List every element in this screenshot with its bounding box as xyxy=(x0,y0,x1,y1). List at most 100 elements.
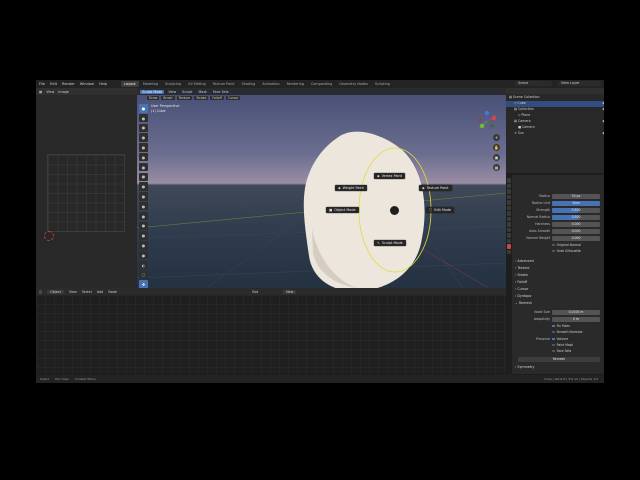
tab-modeling[interactable]: Modeling xyxy=(140,81,161,87)
output-tab-icon[interactable] xyxy=(506,189,512,194)
constraints-tab-icon[interactable] xyxy=(506,233,512,238)
preserve-face-sets-checkbox[interactable]: Face Sets xyxy=(552,349,572,353)
radius-unit-toggle[interactable]: View xyxy=(552,200,600,206)
hardness-slider[interactable]: 0.000 xyxy=(552,221,600,227)
normal-weight-slider[interactable]: 0.000 xyxy=(552,235,600,241)
ortho-grid-icon[interactable]: ▦ xyxy=(493,164,500,171)
material-tab-icon[interactable] xyxy=(506,244,512,249)
section-falloff[interactable]: › Falloff xyxy=(515,280,527,284)
blob-brush-icon[interactable]: ● xyxy=(139,162,148,172)
texture-tab-icon[interactable] xyxy=(506,249,512,254)
editor-type-icon[interactable]: ▦ xyxy=(39,90,42,94)
3d-viewport[interactable]: Sculpt Mode View Sculpt Mask Face Sets D… xyxy=(137,88,506,295)
radius-field[interactable]: 50 px xyxy=(552,193,600,199)
normal-radius-slider[interactable]: 0.500 xyxy=(552,214,600,220)
crease-brush-icon[interactable]: ● xyxy=(139,172,148,182)
adaptivity-field[interactable]: 0 m xyxy=(552,316,600,322)
smooth-normals-checkbox[interactable]: Smooth Normals xyxy=(552,330,583,334)
snake-hook-brush-icon[interactable]: ● xyxy=(139,241,148,250)
original-normal-checkbox[interactable]: Original Normal xyxy=(552,243,581,247)
cursor-popover[interactable]: Cursor xyxy=(225,96,241,100)
pie-sculpt-mode[interactable]: ✎ Sculpt Mode xyxy=(374,240,406,246)
fill-brush-icon[interactable]: ● xyxy=(139,201,148,211)
box-mask-icon[interactable]: ▢ xyxy=(139,270,148,280)
menu-select[interactable]: Select xyxy=(82,290,92,294)
stroke-popover[interactable]: Stroke xyxy=(194,96,209,100)
grab-brush-icon[interactable]: ● xyxy=(139,231,148,240)
auto-smooth-slider[interactable]: 0.000 xyxy=(552,228,600,234)
menu-file[interactable]: File xyxy=(39,82,45,86)
clay-brush-icon[interactable]: ● xyxy=(139,123,148,133)
section-dyntopo[interactable]: › Dyntopo xyxy=(515,294,531,298)
image-editor[interactable]: ▦ View Image xyxy=(36,88,137,295)
eye-icon[interactable]: ◉ ▣ xyxy=(602,131,604,137)
outliner[interactable]: ▤ Scene Collection ▽ Cube◉ ▣ ▤ Collectio… xyxy=(506,88,604,173)
tab-layout[interactable]: Layout xyxy=(121,81,139,87)
section-remesh[interactable]: ⌄ Remesh xyxy=(515,301,532,305)
mode-selector[interactable]: Sculpt Mode xyxy=(140,89,165,94)
menu-mask[interactable]: Mask xyxy=(196,90,209,94)
remesh-button[interactable]: Remesh xyxy=(518,356,600,362)
menu-node[interactable]: Node xyxy=(108,290,117,294)
world-tab-icon[interactable] xyxy=(506,205,512,210)
node-editor-type-icon[interactable]: ◫ xyxy=(39,290,42,294)
outliner-row-plane[interactable]: ▽ Plane◉ ▣ xyxy=(506,113,604,119)
new-material-button[interactable]: New xyxy=(283,289,297,294)
tab-texture-paint[interactable]: Texture Paint xyxy=(210,81,238,87)
outliner-row-collection[interactable]: ▤ Collection◉ ▣ xyxy=(506,107,604,113)
outliner-row-sun[interactable]: ☀ Sun◉ ▣ xyxy=(506,131,604,137)
menu-help[interactable]: Help xyxy=(99,82,107,86)
menu-face-sets[interactable]: Face Sets xyxy=(211,90,231,94)
grab-silhouette-checkbox[interactable]: Grab Silhouette xyxy=(552,249,581,253)
voxel-size-field[interactable]: 0.0100 m xyxy=(552,309,600,315)
particles-tab-icon[interactable] xyxy=(506,222,512,227)
scene-selector[interactable]: Scene xyxy=(515,81,552,86)
strength-slider[interactable]: 0.500 xyxy=(552,207,600,213)
menu-sculpt[interactable]: Sculpt xyxy=(180,90,194,94)
menu-view[interactable]: View xyxy=(46,90,54,94)
tab-compositing[interactable]: Compositing xyxy=(308,81,335,87)
eye-icon[interactable]: ◉ ▣ xyxy=(602,101,604,107)
eye-icon[interactable]: ◉ ▣ xyxy=(602,107,604,113)
physics-tab-icon[interactable] xyxy=(506,227,512,232)
preserve-volume-checkbox[interactable]: Volume xyxy=(552,337,569,341)
pan-hand-icon[interactable]: ✋ xyxy=(493,144,500,151)
brush-selector[interactable]: Draw xyxy=(147,96,160,100)
navigation-gizmo-icon[interactable] xyxy=(476,110,498,132)
modifier-tab-icon[interactable] xyxy=(506,216,512,221)
falloff-popover[interactable]: Falloff xyxy=(210,96,224,100)
menu-view[interactable]: View xyxy=(69,290,77,294)
scrape-brush-icon[interactable]: ● xyxy=(139,211,148,221)
object-type-selector[interactable]: Object xyxy=(47,289,64,294)
menu-edit[interactable]: Edit xyxy=(50,82,57,86)
shader-editor[interactable]: ◫ Object View Select Add Node Slot New xyxy=(36,288,506,374)
menu-window[interactable]: Window xyxy=(80,82,94,86)
menu-image[interactable]: Image xyxy=(58,90,69,94)
clay-strips-brush-icon[interactable]: ● xyxy=(139,133,148,142)
smooth-brush-icon[interactable]: ● xyxy=(139,182,148,191)
tab-uv-editing[interactable]: UV Editing xyxy=(185,81,209,87)
pie-weight-paint[interactable]: ◆ Weight Paint xyxy=(335,185,367,191)
pie-object-mode[interactable]: ■ Object Mode xyxy=(326,207,359,213)
section-cursor[interactable]: › Cursor xyxy=(515,287,528,291)
eye-icon[interactable]: ◉ ▣ xyxy=(602,119,604,125)
zoom-icon[interactable]: + xyxy=(493,134,500,141)
view-layer-tab-icon[interactable] xyxy=(506,194,512,199)
node-canvas[interactable] xyxy=(36,295,506,374)
tab-scripting[interactable]: Scripting xyxy=(372,81,393,87)
draw-sharp-brush-icon[interactable]: ● xyxy=(139,113,148,123)
tab-shading[interactable]: Shading xyxy=(239,81,259,87)
camera-view-icon[interactable]: ▣ xyxy=(493,154,500,161)
fix-poles-checkbox[interactable]: Fix Poles xyxy=(552,324,570,328)
menu-add[interactable]: Add xyxy=(97,290,103,294)
draw-brush-icon[interactable]: ● xyxy=(139,104,148,113)
section-symmetry[interactable]: › Symmetry xyxy=(515,365,534,369)
tool-tab-icon[interactable] xyxy=(506,178,512,183)
tab-geometry-nodes[interactable]: Geometry Nodes xyxy=(336,81,371,87)
mask-brush-icon[interactable]: ◐ xyxy=(139,260,148,270)
data-tab-icon[interactable] xyxy=(506,238,512,243)
tab-sculpting[interactable]: Sculpting xyxy=(162,81,184,87)
outliner-row-camera[interactable]: ■ Camera◉ ▣ xyxy=(506,125,604,131)
flatten-brush-icon[interactable]: ● xyxy=(139,192,148,201)
outliner-row-scene-collection[interactable]: ▤ Scene Collection xyxy=(506,95,604,101)
